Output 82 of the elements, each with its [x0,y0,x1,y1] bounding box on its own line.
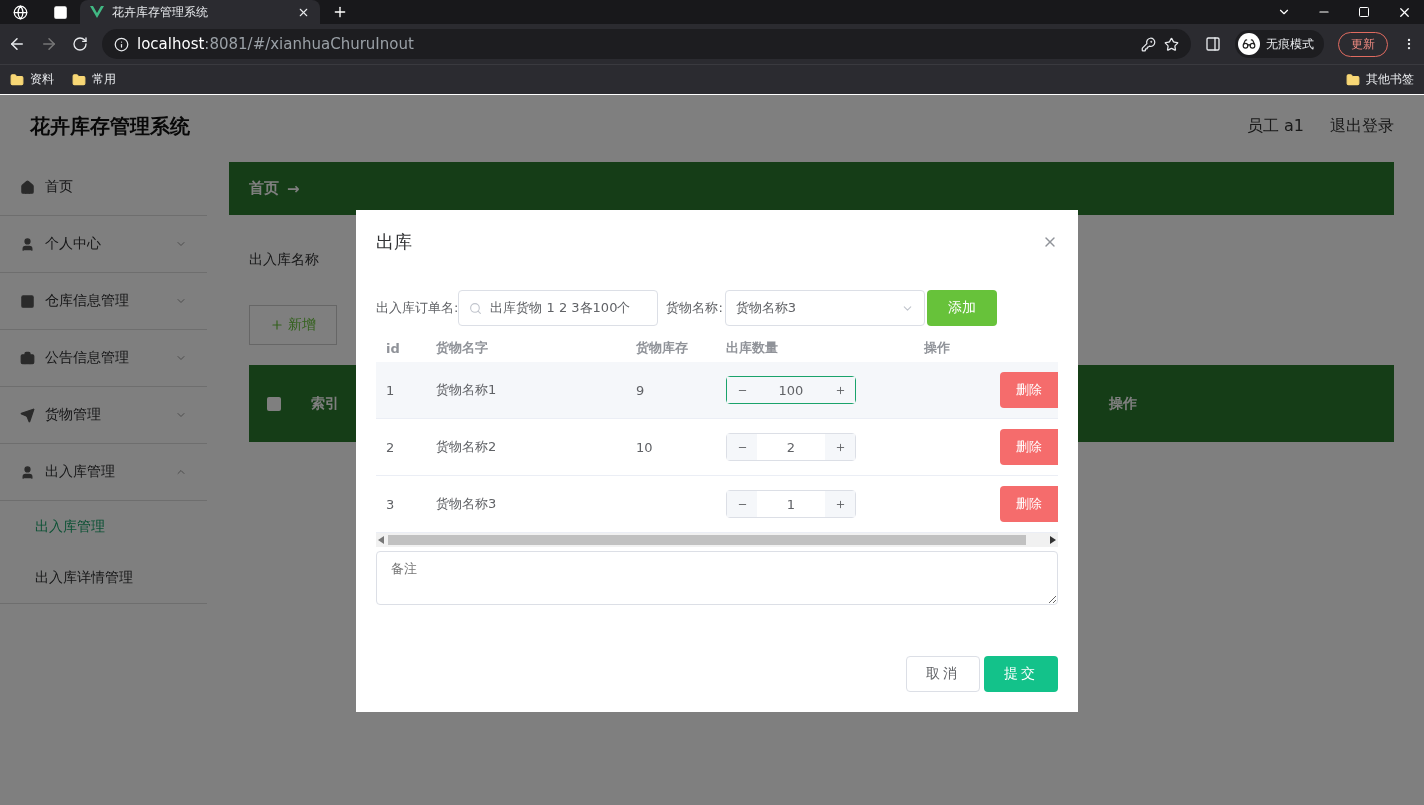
submenu-item[interactable]: 出入库详情管理 [0,552,207,603]
table-cell: 货物名称3 [436,495,497,513]
delete-button[interactable]: 删除 [1000,429,1058,465]
paper-plane-icon [20,407,35,423]
restore-icon[interactable] [1358,6,1370,18]
logout-link[interactable]: 退出登录 [1330,116,1394,137]
quantity-stepper[interactable]: 2 [726,433,856,461]
sidebar-item[interactable]: 货物管理 [0,387,207,444]
table-cell: 3 [386,496,395,512]
reload-icon[interactable] [72,36,88,52]
plus-icon[interactable] [834,441,846,453]
side-panel-icon[interactable] [1205,36,1221,52]
forward-icon[interactable] [40,35,58,53]
table-cell: 货物名称1 [436,381,497,399]
horizontal-scrollbar[interactable] [376,533,1058,547]
order-input[interactable]: 出库货物 1 2 3各100个 [458,290,659,326]
submenu-item[interactable]: 出入库管理 [0,501,207,552]
folder-icon [10,72,24,87]
table-cell: 10 [636,439,653,455]
remark-field[interactable]: 备注 [376,551,1058,605]
incognito-badge[interactable]: 无痕模式 [1235,30,1324,58]
table-cell: 2 [386,439,395,455]
sidebar-item[interactable]: 仓库信息管理 [0,273,207,330]
bookmark-link[interactable]: 其他书签 [1366,71,1414,88]
breadcrumb-link[interactable]: 首页 [249,179,279,198]
url-text: localhost:8081/#/xianhuaChuruInout [137,35,414,53]
tab-title: 花卉库存管理系统 [112,3,209,21]
quantity-stepper[interactable]: 100 [726,376,856,404]
table-cell: 9 [636,382,645,398]
globe-icon[interactable] [12,4,28,20]
field-label: 出入库订单名: [376,299,459,317]
sidebar-item[interactable]: 个人中心 [0,216,207,273]
dialog-title: 出库 [376,230,412,254]
user-icon [20,464,35,480]
search-label: 出入库名称 [249,251,319,269]
column-header: 货物名字 [435,339,489,357]
column-header: 操作 [923,339,951,357]
plus-icon [270,318,284,332]
user-name: 员工 a1 [1246,116,1304,137]
column-header: 出库数量 [725,339,779,357]
incognito-icon [1242,37,1256,51]
key-icon[interactable] [1141,36,1156,52]
square-icon [20,293,35,309]
plus-icon[interactable] [834,384,846,396]
column-header: 操作 [1108,394,1137,413]
bookmark-link[interactable]: 资料 [30,71,54,88]
info-icon[interactable] [114,36,129,52]
folder-icon [72,72,86,87]
user-icon [20,236,35,252]
field-label: 货物名称: [666,299,723,317]
bookmark-link[interactable]: 常用 [92,71,116,88]
search-icon [469,301,483,315]
plus-icon[interactable] [834,498,846,510]
submit-button[interactable]: 提交 [984,656,1058,692]
back-icon[interactable] [8,35,26,53]
sidebar-item[interactable]: 出入库管理 [0,444,207,501]
quantity-stepper[interactable]: 1 [726,490,856,518]
browser-tab[interactable]: 花卉库存管理系统 [80,0,320,24]
sidebar-item[interactable]: 公告信息管理 [0,330,207,387]
column-header: 货物库存 [635,339,689,357]
star-icon[interactable] [1164,36,1179,52]
window-icon[interactable] [52,4,68,20]
column-header: 索引 [311,394,339,413]
scroll-left-icon[interactable] [378,536,384,544]
table-cell: 货物名称2 [436,438,497,456]
home-icon [20,179,35,195]
column-header: id [385,339,401,358]
scroll-right-icon[interactable] [1050,536,1056,544]
folder-icon [1346,72,1360,87]
address-bar[interactable]: localhost:8081/#/xianhuaChuruInout [102,29,1191,59]
briefcase-icon [20,350,35,366]
cancel-button[interactable]: 取消 [906,656,980,692]
delete-button[interactable]: 删除 [1000,372,1058,408]
app-title: 花卉库存管理系统 [30,113,191,140]
select-all-checkbox[interactable] [267,396,281,411]
sidebar-item[interactable]: 首页 [0,159,207,216]
table-cell: 1 [386,382,395,398]
breadcrumb-arrow: → [287,179,300,198]
new-tab-icon[interactable] [332,4,348,20]
delete-button[interactable]: 删除 [1000,486,1058,522]
goods-select[interactable]: 货物名称3 [724,290,925,326]
v-logo-icon [90,6,104,18]
